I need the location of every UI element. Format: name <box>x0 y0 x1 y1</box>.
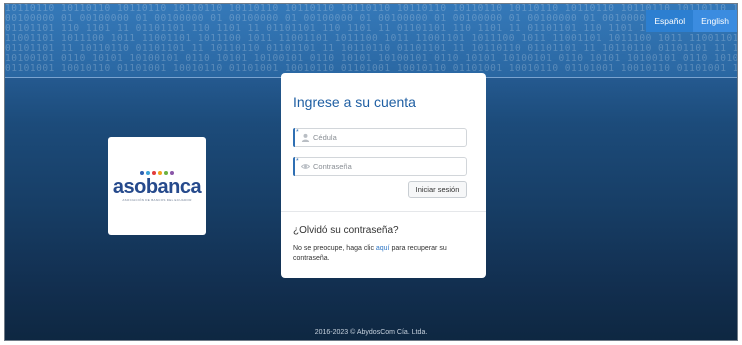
binary-background-band: 10110110 10110110 10110110 10110110 1011… <box>5 4 737 78</box>
logo-dot <box>146 170 150 175</box>
app-frame: 10110110 10110110 10110110 10110110 1011… <box>4 3 738 341</box>
user-icon <box>301 133 310 142</box>
password-field[interactable]: * <box>293 157 467 176</box>
logo-dot <box>158 170 162 175</box>
logo-dot <box>164 170 168 175</box>
forgot-prefix: No se preocupe, haga clic <box>293 245 376 252</box>
logo-dot <box>170 170 174 175</box>
forgot-password-title: ¿Olvidó su contraseña? <box>293 225 399 236</box>
language-spanish-button[interactable]: Español <box>646 10 694 32</box>
forgot-password-text: No se preocupe, haga clic aquí para recu… <box>293 244 473 264</box>
login-submit-button[interactable]: Iniciar sesión <box>408 181 467 198</box>
logo-dot <box>152 170 156 175</box>
password-input[interactable] <box>313 162 453 171</box>
language-switcher: Español English <box>646 10 737 32</box>
required-marker: * <box>296 158 299 165</box>
recover-password-link[interactable]: aquí <box>376 245 390 252</box>
login-card: Ingrese a su cuenta * * Iniciar sesión ¿… <box>281 73 486 278</box>
card-divider <box>281 211 486 212</box>
cedula-input[interactable] <box>313 133 453 142</box>
logo-tagline: ASOCIACIÓN DE BANCOS DEL ECUADOR <box>122 197 192 202</box>
language-english-button[interactable]: English <box>693 10 737 32</box>
footer-copyright: 2016-2023 © AbydosCom Cía. Ltda. <box>314 329 428 336</box>
eye-icon <box>301 162 310 171</box>
required-marker: * <box>296 129 299 136</box>
logo-dots <box>140 170 174 175</box>
logo-wordmark: asobanca <box>112 175 202 198</box>
asobanca-logo: asobanca ASOCIACIÓN DE BANCOS DEL ECUADO… <box>108 137 206 235</box>
login-title: Ingrese a su cuenta <box>293 94 416 110</box>
cedula-field[interactable]: * <box>293 128 467 147</box>
logo-dot <box>140 170 144 175</box>
